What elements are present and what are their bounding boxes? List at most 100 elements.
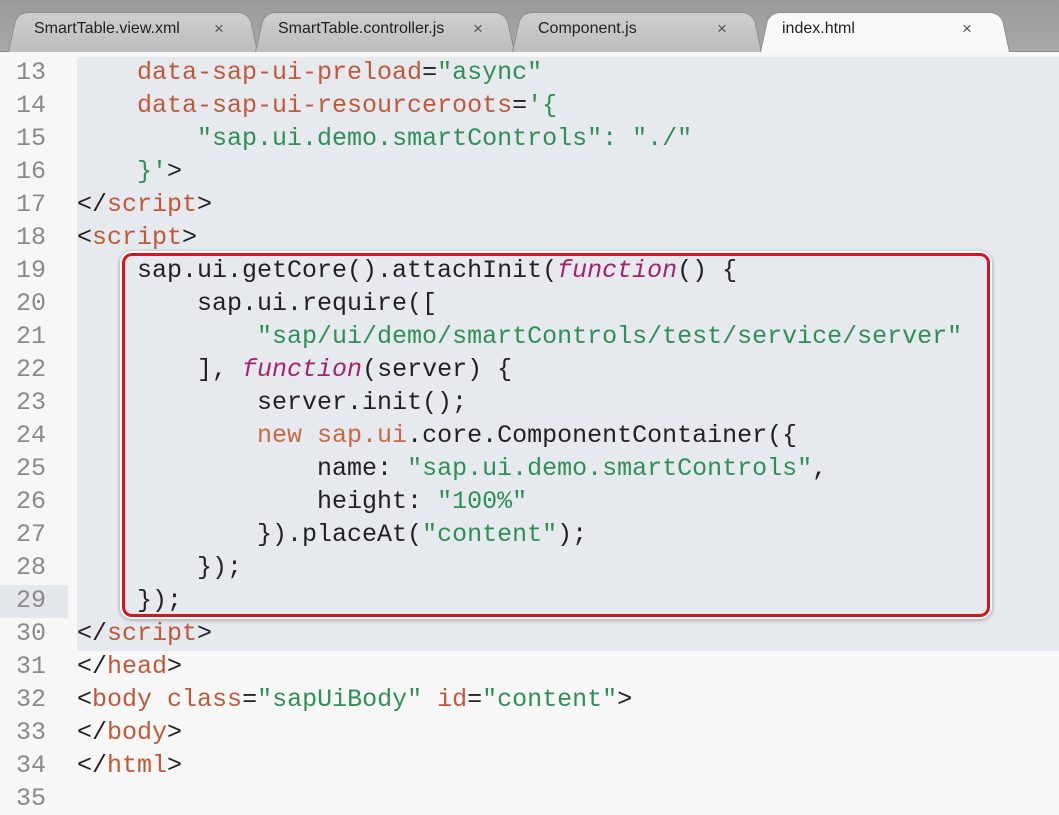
- line-number: 24: [15, 421, 46, 450]
- code-token: (server) {: [362, 355, 513, 384]
- code-token: function: [242, 355, 363, 384]
- code-token: script: [107, 619, 198, 648]
- line-number: 17: [15, 190, 46, 219]
- line-code: }).placeAt("content");: [77, 518, 587, 551]
- line-number: 18: [15, 223, 46, 252]
- line-number: 27: [15, 520, 46, 549]
- line-code: "sap.ui.demo.smartControls": "./": [77, 122, 692, 155]
- code-token: }).placeAt(: [77, 520, 423, 549]
- line-code: <script>: [77, 221, 197, 254]
- line-code: height: "100%": [77, 485, 527, 518]
- code-token: >: [617, 685, 633, 714]
- code-token: data-sap-ui-resourceroots: [137, 91, 513, 120]
- code-token: name:: [77, 454, 408, 483]
- line-code: data-sap-ui-resourceroots='{: [77, 89, 557, 122]
- close-icon[interactable]: ×: [962, 19, 972, 39]
- code-token: "async": [437, 58, 543, 87]
- line-number: 16: [15, 157, 46, 186]
- code-line: 27 }).placeAt("content");: [0, 518, 1059, 551]
- close-icon[interactable]: ×: [717, 19, 727, 39]
- code-token: body: [92, 685, 153, 714]
- code-token: new: [257, 421, 318, 450]
- code-token: sap.ui.require([: [77, 289, 438, 318]
- code-token: ],: [77, 355, 243, 384]
- code-line: 24 new sap.ui.core.ComponentContainer({: [0, 419, 1059, 452]
- tab-label: Component.js: [538, 20, 637, 37]
- code-token: "sap.ui.demo.smartControls": [407, 454, 813, 483]
- line-code: }'>: [77, 155, 182, 188]
- code-line: 16 }'>: [0, 155, 1059, 188]
- line-number: 29: [15, 586, 46, 615]
- line-code: </script>: [77, 188, 212, 221]
- code-token: >: [182, 223, 198, 252]
- code-token: </: [77, 718, 108, 747]
- code-token: sap.ui.getCore().attachInit(: [77, 256, 558, 285]
- code-line: 35: [0, 782, 1059, 815]
- code-line: 33 </body>: [0, 716, 1059, 749]
- line-code: data-sap-ui-preload="async": [77, 56, 542, 89]
- code-token: =: [422, 58, 438, 87]
- line-number: 28: [15, 553, 46, 582]
- code-line: 32 <body class="sapUiBody" id="content">: [0, 683, 1059, 716]
- code-token: </: [77, 619, 108, 648]
- code-token: =: [512, 91, 528, 120]
- line-number: 30: [15, 619, 46, 648]
- code-line: 14 data-sap-ui-resourceroots='{: [0, 89, 1059, 122]
- code-token: "content": [422, 520, 558, 549]
- code-token: >: [167, 652, 183, 681]
- code-line: 20 sap.ui.require([: [0, 287, 1059, 320]
- code-line: 21 "sap/ui/demo/smartControls/test/servi…: [0, 320, 1059, 353]
- line-code: sap.ui.getCore().attachInit(function() {: [77, 254, 737, 287]
- line-number: 32: [15, 685, 46, 714]
- close-icon[interactable]: ×: [473, 19, 483, 39]
- code-token: '{: [527, 91, 558, 120]
- code-token: sap.ui: [317, 421, 408, 450]
- code-line: 26 height: "100%": [0, 485, 1059, 518]
- code-line: 31 </head>: [0, 650, 1059, 683]
- code-token: html: [107, 751, 168, 780]
- line-code: new sap.ui.core.ComponentContainer({: [77, 419, 797, 452]
- code-token: head: [107, 652, 168, 681]
- code-line: 15 "sap.ui.demo.smartControls": "./": [0, 122, 1059, 155]
- line-number: 15: [15, 124, 46, 153]
- code-line: 23 server.init();: [0, 386, 1059, 419]
- code-token: >: [167, 751, 183, 780]
- code-line: 30 </script>: [0, 617, 1059, 650]
- line-number: 23: [15, 388, 46, 417]
- code-editor[interactable]: 13 data-sap-ui-preload="async" 14 data-sa…: [0, 52, 1059, 813]
- code-token: =: [242, 685, 258, 714]
- line-number: 19: [15, 256, 46, 285]
- code-line: 28 });: [0, 551, 1059, 584]
- line-number: 35: [15, 784, 46, 813]
- line-number: 34: [15, 751, 46, 780]
- tab-label: index.html: [782, 20, 855, 37]
- code-token: "content": [482, 685, 618, 714]
- code-line: 34 </html>: [0, 749, 1059, 782]
- code-token: =: [467, 685, 483, 714]
- line-code: });: [77, 584, 182, 617]
- code-token: data-sap-ui-preload: [137, 58, 423, 87]
- code-token: </: [77, 652, 108, 681]
- code-token: >: [197, 619, 213, 648]
- code-token: script: [92, 223, 183, 252]
- code-line: 13 data-sap-ui-preload="async": [0, 56, 1059, 89]
- code-line: 29 });: [0, 584, 1059, 617]
- line-number: 14: [15, 91, 46, 120]
- line-number: 25: [15, 454, 46, 483]
- line-number: 21: [15, 322, 46, 351]
- close-icon[interactable]: ×: [214, 19, 224, 39]
- tab-label: SmartTable.controller.js: [278, 20, 445, 37]
- code-token: >: [167, 718, 183, 747]
- line-number: 22: [15, 355, 46, 384]
- code-token: <: [77, 223, 93, 252]
- line-code: });: [77, 551, 242, 584]
- code-token: </: [77, 751, 108, 780]
- code-token: >: [197, 190, 213, 219]
